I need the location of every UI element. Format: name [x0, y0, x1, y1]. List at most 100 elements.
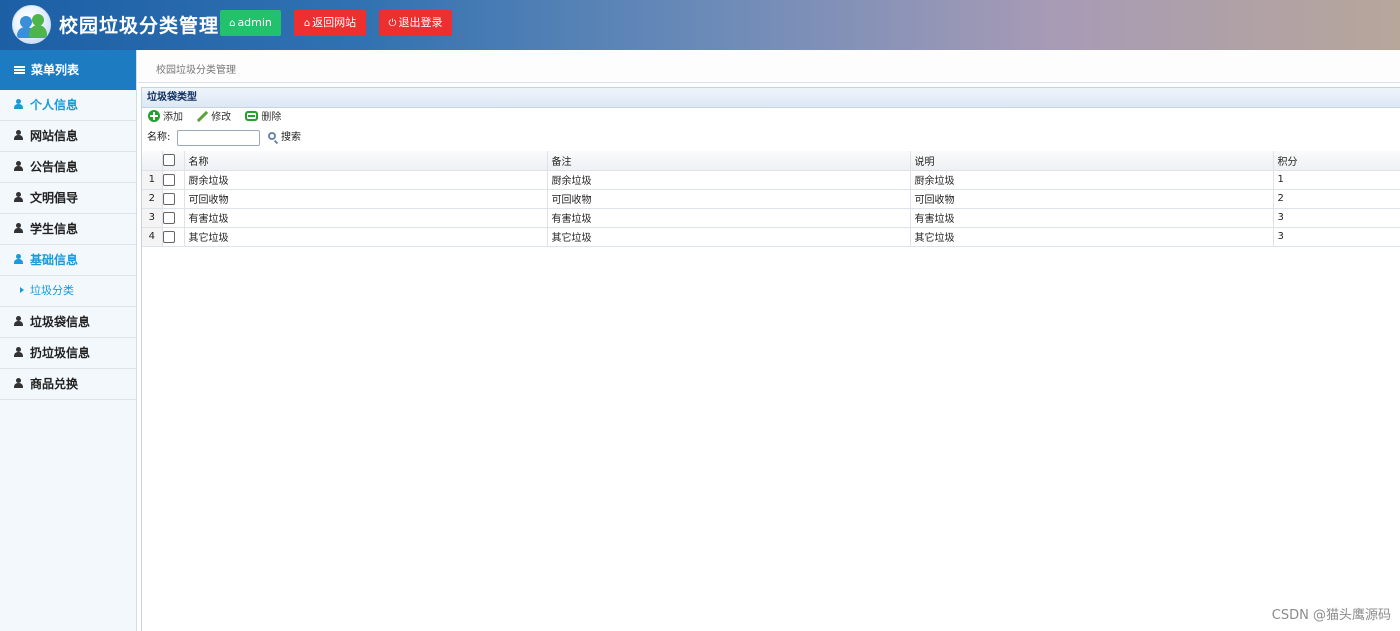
user-icon	[14, 98, 23, 109]
cell-points: 3	[1273, 227, 1400, 247]
sidebar-item-label: 网站信息	[30, 129, 79, 143]
caret-right-icon	[20, 287, 24, 293]
search-row: 名称: 搜索	[142, 128, 1400, 148]
user-icon	[14, 129, 23, 140]
cell-name: 其它垃圾	[184, 227, 548, 247]
checkbox-icon	[162, 192, 175, 205]
back-to-site-button[interactable]: ⌂ 返回网站	[294, 10, 366, 36]
home-icon: ⌂	[303, 18, 311, 29]
row-number: 4	[142, 227, 163, 247]
admin-button[interactable]: ⌂ admin	[220, 10, 281, 36]
checkbox-icon	[162, 230, 175, 243]
user-icon	[14, 315, 23, 326]
sidebar-item-basic-info[interactable]: 基础信息	[0, 245, 136, 276]
cell-description: 其它垃圾	[910, 227, 1274, 247]
pencil-icon	[197, 111, 208, 122]
sidebar-item-civility[interactable]: 文明倡导	[0, 183, 136, 214]
add-label: 添加	[163, 112, 183, 123]
sidebar-item-label: 基础信息	[30, 253, 79, 267]
user-icon	[14, 346, 23, 357]
panel-title: 垃圾袋类型	[142, 88, 1400, 108]
cell-remark: 可回收物	[547, 189, 911, 209]
menu-bars-icon	[14, 65, 25, 74]
menu-header: 菜单列表	[0, 50, 136, 90]
data-panel: 垃圾袋类型 添加 修改 删除 名称: 搜索 名称 备注 说明 积分 1 厨余垃圾…	[141, 87, 1400, 631]
cell-points: 2	[1273, 189, 1400, 209]
cell-description: 可回收物	[910, 189, 1274, 209]
cell-description: 厨余垃圾	[910, 170, 1274, 190]
table-row[interactable]: 1 厨余垃圾 厨余垃圾 厨余垃圾 1	[142, 170, 1400, 190]
row-number-header	[142, 151, 163, 171]
sidebar-subitem-garbage-category[interactable]: 垃圾分类	[0, 276, 136, 307]
select-all-checkbox[interactable]	[162, 151, 185, 171]
remove-icon	[245, 111, 259, 121]
watermark: CSDN @猫头鹰源码	[1271, 608, 1391, 623]
logout-button[interactable]: ⏻ 退出登录	[379, 10, 452, 36]
sidebar-item-students[interactable]: 学生信息	[0, 214, 136, 245]
user-icon	[14, 191, 23, 202]
sidebar-item-disposal[interactable]: 扔垃圾信息	[0, 338, 136, 369]
data-table: 名称 备注 说明 积分 1 厨余垃圾 厨余垃圾 厨余垃圾 1 2 可回收物 可回…	[142, 151, 1400, 247]
power-icon: ⏻	[388, 18, 397, 29]
sidebar-item-label: 垃圾袋信息	[30, 315, 91, 329]
checkbox-icon	[162, 154, 175, 167]
search-label: 名称:	[147, 132, 171, 143]
row-checkbox[interactable]	[162, 170, 185, 190]
menu-title: 菜单列表	[31, 63, 80, 77]
logout-label: 退出登录	[398, 16, 443, 29]
sidebar-item-label: 个人信息	[30, 98, 79, 112]
user-icon	[14, 160, 23, 171]
cell-name: 厨余垃圾	[184, 170, 548, 190]
sidebar-item-garbage-bags[interactable]: 垃圾袋信息	[0, 307, 136, 338]
cell-remark: 其它垃圾	[547, 227, 911, 247]
user-icon	[14, 222, 23, 233]
column-header-description[interactable]: 说明	[910, 151, 1274, 171]
column-header-points[interactable]: 积分	[1273, 151, 1400, 171]
row-number: 3	[142, 208, 163, 228]
sidebar-item-personal-info[interactable]: 个人信息	[0, 90, 136, 121]
table-header-row: 名称 备注 说明 积分	[142, 151, 1400, 171]
row-checkbox[interactable]	[162, 208, 185, 228]
row-checkbox[interactable]	[162, 189, 185, 209]
cell-points: 3	[1273, 208, 1400, 228]
add-icon	[148, 110, 160, 122]
toolbar: 添加 修改 删除	[142, 108, 1400, 128]
sidebar-item-label: 商品兑换	[30, 377, 79, 391]
add-button[interactable]: 添加	[148, 108, 183, 128]
sidebar-item-exchange[interactable]: 商品兑换	[0, 369, 136, 400]
row-checkbox[interactable]	[162, 227, 185, 247]
search-button-label: 搜索	[281, 132, 301, 143]
cell-description: 有害垃圾	[910, 208, 1274, 228]
sidebar-item-announcements[interactable]: 公告信息	[0, 152, 136, 183]
search-button[interactable]: 搜索	[268, 128, 301, 148]
top-header: 校园垃圾分类管理 ⌂ admin ⌂ 返回网站 ⏻ 退出登录	[0, 0, 1400, 50]
user-icon	[14, 377, 23, 388]
back-label: 返回网站	[312, 16, 357, 29]
row-number: 2	[142, 189, 163, 209]
sidebar-item-label: 扔垃圾信息	[30, 346, 91, 360]
search-icon	[268, 132, 276, 140]
table-row[interactable]: 2 可回收物 可回收物 可回收物 2	[142, 189, 1400, 209]
column-header-remark[interactable]: 备注	[547, 151, 911, 171]
sidebar-item-label: 公告信息	[30, 160, 79, 174]
edit-button[interactable]: 修改	[197, 108, 231, 128]
sidebar-item-site-info[interactable]: 网站信息	[0, 121, 136, 152]
cell-remark: 有害垃圾	[547, 208, 911, 228]
name-search-input[interactable]	[177, 130, 260, 146]
table-row[interactable]: 4 其它垃圾 其它垃圾 其它垃圾 3	[142, 227, 1400, 247]
sidebar-item-label: 学生信息	[30, 222, 79, 236]
home-icon: ⌂	[229, 18, 236, 29]
app-title: 校园垃圾分类管理	[59, 15, 220, 37]
user-icon	[14, 253, 23, 264]
sidebar-item-label: 文明倡导	[30, 191, 79, 205]
column-header-name[interactable]: 名称	[184, 151, 548, 171]
table-row[interactable]: 3 有害垃圾 有害垃圾 有害垃圾 3	[142, 208, 1400, 228]
edit-label: 修改	[211, 112, 232, 123]
breadcrumb-bar: 校园垃圾分类管理	[138, 50, 1400, 83]
delete-button[interactable]: 删除	[245, 108, 281, 128]
app-logo-icon	[12, 5, 51, 44]
admin-label: admin	[237, 16, 272, 29]
breadcrumb: 校园垃圾分类管理	[156, 65, 236, 76]
checkbox-icon	[162, 173, 175, 186]
sidebar-item-label: 垃圾分类	[30, 284, 74, 297]
